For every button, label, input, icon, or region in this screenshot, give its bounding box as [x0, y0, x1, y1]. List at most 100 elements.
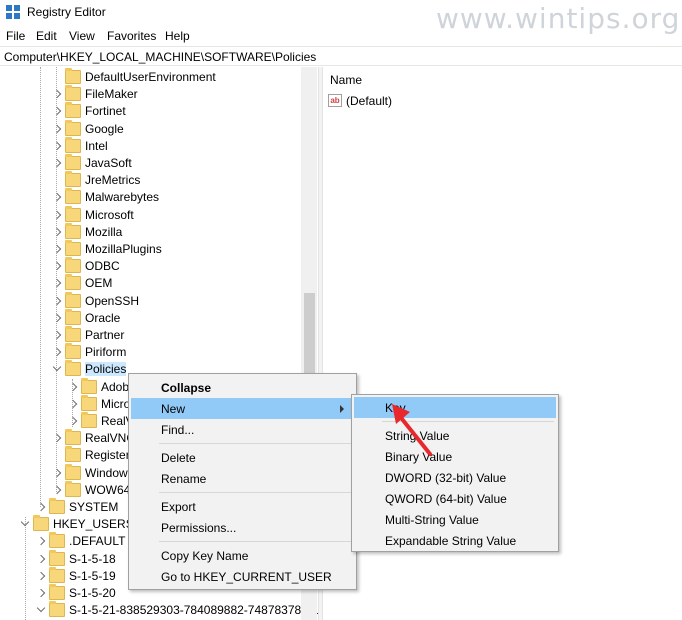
menu-edit[interactable]: Edit — [36, 29, 57, 43]
chevron-right-icon — [340, 405, 344, 413]
new-submenu-item[interactable]: Multi-String Value — [354, 509, 556, 530]
context-menu-item[interactable]: New — [131, 398, 354, 419]
chevron-right-icon[interactable] — [36, 570, 46, 582]
folder-icon — [65, 240, 81, 256]
folder-icon — [49, 584, 65, 600]
chevron-right-icon[interactable] — [52, 295, 62, 307]
chevron-right-icon[interactable] — [68, 398, 78, 410]
folder-icon — [65, 102, 81, 119]
chevron-right-icon[interactable] — [52, 467, 62, 479]
new-submenu-item[interactable]: Key — [354, 397, 556, 418]
tree-item-label: Google — [85, 121, 124, 136]
context-menu-item-label: Delete — [161, 451, 196, 465]
tree-item-label: Partner — [85, 328, 125, 342]
chevron-right-icon[interactable] — [52, 432, 62, 444]
new-submenu-item[interactable]: Expandable String Value — [354, 530, 556, 551]
folder-icon — [65, 308, 81, 325]
context-menu-item[interactable]: Delete — [131, 447, 354, 468]
folder-icon — [49, 549, 65, 566]
tree-item-label: Microsoft — [85, 207, 134, 222]
chevron-right-icon[interactable] — [52, 226, 62, 238]
tree-item-label: MozillaPlugins — [85, 242, 162, 256]
tree-item-label: S-1-5-19 — [69, 568, 116, 583]
folder-icon — [81, 394, 97, 411]
context-menu-item[interactable]: Find... — [131, 419, 354, 440]
folder-icon — [65, 446, 81, 463]
context-menu-item[interactable]: Rename — [131, 468, 354, 489]
folder-icon — [49, 498, 65, 514]
folder-icon — [65, 171, 81, 188]
chevron-right-icon[interactable] — [52, 140, 62, 152]
chevron-right-icon[interactable] — [52, 277, 62, 289]
folder-icon — [49, 601, 65, 618]
chevron-down-icon[interactable] — [52, 363, 62, 375]
chevron-right-icon[interactable] — [36, 587, 46, 599]
context-menu-item-label: Copy Key Name — [161, 549, 249, 563]
menu-separator — [159, 443, 351, 444]
chevron-right-icon[interactable] — [36, 501, 46, 513]
chevron-right-icon[interactable] — [52, 329, 62, 341]
chevron-right-icon[interactable] — [52, 88, 62, 100]
menu-separator — [159, 541, 351, 542]
folder-icon — [81, 377, 97, 394]
new-submenu-item[interactable]: String Value — [354, 425, 556, 446]
folder-icon — [65, 222, 81, 239]
folder-icon — [65, 68, 81, 84]
chevron-down-icon[interactable] — [36, 604, 46, 616]
tree-item-label: Intel — [85, 138, 108, 153]
chevron-right-icon[interactable] — [52, 243, 62, 255]
chevron-right-icon[interactable] — [52, 312, 62, 324]
tree-item-label: S-1-5-20 — [69, 586, 116, 600]
folder-icon — [65, 85, 81, 102]
new-submenu-item[interactable]: DWORD (32-bit) Value — [354, 467, 556, 488]
new-submenu-item-label: Multi-String Value — [385, 513, 479, 527]
tree-item-label: Adob — [101, 379, 130, 394]
folder-icon — [65, 154, 81, 170]
tree-item-label: Micro — [101, 396, 131, 411]
tree-guide-line — [40, 67, 41, 507]
tree-item-label: Mozilla — [85, 224, 123, 239]
column-header-name[interactable]: Name — [330, 73, 362, 87]
context-menu-item[interactable]: Go to HKEY_CURRENT_USER — [131, 566, 354, 587]
chevron-right-icon[interactable] — [52, 123, 62, 135]
new-submenu-item-label: DWORD (32-bit) Value — [385, 471, 507, 485]
menu-help[interactable]: Help — [165, 29, 190, 43]
context-menu-item[interactable]: Export — [131, 496, 354, 517]
context-menu-item[interactable]: Collapse — [131, 377, 354, 398]
folder-icon — [65, 291, 81, 308]
context-menu-item-label: Find... — [161, 423, 195, 437]
new-submenu-item-label: String Value — [385, 429, 450, 443]
tree-item-label: ODBC — [85, 259, 120, 274]
context-menu-item-label: Rename — [161, 472, 207, 486]
tree-item-label: HKEY_USERS — [53, 517, 134, 532]
chevron-right-icon[interactable] — [36, 553, 46, 565]
context-menu-item[interactable]: Permissions... — [131, 517, 354, 538]
tree-item-label: WOW64 — [85, 482, 131, 497]
chevron-right-icon[interactable] — [68, 415, 78, 427]
folder-icon — [81, 412, 97, 428]
chevron-down-icon[interactable] — [20, 518, 30, 530]
tree-item-label: SYSTEM — [69, 500, 119, 514]
menu-favorites[interactable]: Favorites — [107, 29, 156, 43]
menu-file[interactable]: File — [6, 29, 25, 43]
address-bar[interactable]: Computer\HKEY_LOCAL_MACHINE\SOFTWARE\Pol… — [0, 46, 682, 66]
folder-icon — [65, 257, 81, 274]
string-value-icon: ab — [328, 94, 342, 107]
chevron-right-icon[interactable] — [52, 191, 62, 203]
chevron-right-icon[interactable] — [52, 346, 62, 358]
folder-icon — [65, 463, 81, 480]
chevron-right-icon[interactable] — [52, 209, 62, 221]
menu-view[interactable]: View — [69, 29, 95, 43]
chevron-right-icon[interactable] — [52, 105, 62, 117]
new-submenu-item[interactable]: QWORD (64-bit) Value — [354, 488, 556, 509]
chevron-right-icon[interactable] — [52, 157, 62, 169]
chevron-right-icon[interactable] — [36, 535, 46, 547]
chevron-right-icon[interactable] — [52, 484, 62, 496]
folder-icon — [49, 566, 65, 583]
tree-guide-line — [25, 517, 26, 620]
menu-bar: File Edit View Favorites Help — [0, 26, 682, 46]
context-menu-item[interactable]: Copy Key Name — [131, 545, 354, 566]
new-submenu-item[interactable]: Binary Value — [354, 446, 556, 467]
chevron-right-icon[interactable] — [52, 260, 62, 272]
chevron-right-icon[interactable] — [68, 381, 78, 393]
